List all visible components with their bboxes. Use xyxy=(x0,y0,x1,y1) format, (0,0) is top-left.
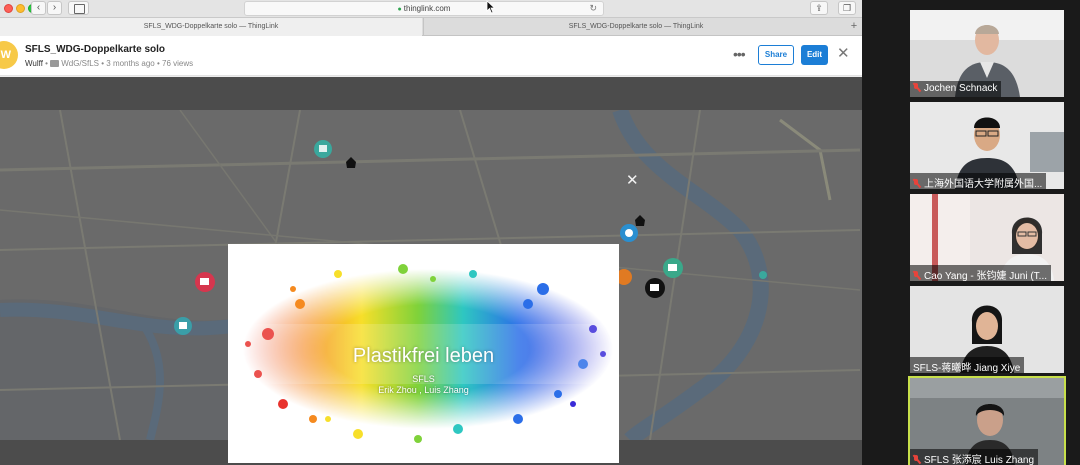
view-count: 76 views xyxy=(162,59,194,68)
tab-thinglink-1[interactable]: SFLS_WDG-Doppelkarte solo — ThingLink xyxy=(0,18,422,36)
participant-tile[interactable]: Jochen Schnack xyxy=(910,10,1064,97)
created-age: 3 months ago xyxy=(106,59,155,68)
thinglink-header: W SFLS_WDG-Doppelkarte solo Wulff • WdG/… xyxy=(0,36,862,76)
map-marker-image-east[interactable] xyxy=(759,271,767,279)
close-icon[interactable]: ✕ xyxy=(837,46,850,62)
sidebar-toggle-icon[interactable] xyxy=(68,1,89,15)
edit-button[interactable]: Edit xyxy=(801,45,828,65)
map-marker-video-green[interactable] xyxy=(663,258,683,278)
map-marker-video-black[interactable] xyxy=(645,278,665,298)
participant-tile[interactable]: 上海外国语大学附属外国... xyxy=(910,102,1064,189)
thinglink-canvas: Plastikfrei leben SFLS Erik Zhou , Luis … xyxy=(0,77,862,465)
url-text: thinglink.com xyxy=(403,4,451,13)
avatar[interactable]: W xyxy=(0,41,18,69)
tag-title: Plastikfrei leben xyxy=(352,345,495,367)
tab-thinglink-2[interactable]: SFLS_WDG-Doppelkarte solo — ThingLink xyxy=(423,18,848,36)
participant-tile[interactable]: SFLS-蒋曦晔 Jiang Xiye xyxy=(910,286,1064,373)
close-icon[interactable]: ✕ xyxy=(626,173,639,189)
back-button[interactable]: ‹ xyxy=(31,1,46,15)
tag-subtitle-authors: Erik Zhou , Luis Zhang xyxy=(378,385,469,395)
minimize-window-button[interactable] xyxy=(16,4,25,13)
chevron-left-icon: ‹ xyxy=(36,2,41,13)
address-bar[interactable]: ● thinglink.com ↻ xyxy=(244,1,604,16)
map-marker-audio[interactable] xyxy=(620,224,638,242)
participant-name: SFLS-蒋曦晔 Jiang Xiye xyxy=(913,363,1021,373)
participant-name: Jochen Schnack xyxy=(924,83,998,94)
tab-bar: SFLS_WDG-Doppelkarte solo — ThingLink SF… xyxy=(0,18,862,36)
tabs-icon: ❐ xyxy=(842,3,852,13)
browser-window: ‹ › ● thinglink.com ↻ ⇪ ❐ SFLS_WDG-Doppel… xyxy=(0,0,862,465)
map-marker-image[interactable] xyxy=(314,140,332,158)
chevron-right-icon: › xyxy=(52,2,57,13)
folder-link[interactable]: WdG/SfLS xyxy=(61,59,99,68)
close-window-button[interactable] xyxy=(4,4,13,13)
document-meta: Wulff • WdG/SfLS • 3 months ago • 76 vie… xyxy=(25,59,194,68)
new-tab-plus-icon[interactable]: + xyxy=(848,18,860,36)
mic-muted-icon xyxy=(913,271,920,280)
lock-icon: ● xyxy=(397,6,402,13)
participants-panel: Jochen Schnack 上海外国语大学附属外国... Cao Yang -… xyxy=(862,0,1080,465)
participant-tile[interactable]: Cao Yang - 张钧婕 Juni (T... xyxy=(910,194,1064,281)
screen: ‹ › ● thinglink.com ↻ ⇪ ❐ SFLS_WDG-Doppel… xyxy=(0,0,1080,465)
browser-titlebar: ‹ › ● thinglink.com ↻ ⇪ ❐ xyxy=(0,0,862,18)
mic-muted-icon xyxy=(913,83,920,92)
owner-link[interactable]: Wulff xyxy=(25,59,43,68)
forward-button[interactable]: › xyxy=(47,1,62,15)
participant-name: 上海外国语大学附属外国... xyxy=(924,179,1043,189)
tab-overview-button[interactable]: ❐ xyxy=(838,1,856,15)
reload-icon[interactable]: ↻ xyxy=(589,2,597,15)
tag-subtitle-school: SFLS xyxy=(412,374,435,384)
share-button[interactable]: Share xyxy=(758,45,794,65)
map-marker-video-red[interactable] xyxy=(195,272,215,292)
mic-muted-icon xyxy=(913,179,920,188)
participant-name: SFLS 张添宸 Luis Zhang xyxy=(924,455,1035,465)
participant-tile-active-speaker[interactable]: SFLS 张添宸 Luis Zhang xyxy=(908,376,1066,465)
more-horizontal-icon[interactable]: ••• xyxy=(733,46,746,62)
mic-muted-icon xyxy=(913,455,920,464)
participant-name: Cao Yang - 张钧婕 Juni (T... xyxy=(924,271,1048,281)
share-icon: ⇪ xyxy=(815,3,823,13)
page-title: SFLS_WDG-Doppelkarte solo xyxy=(25,44,166,55)
mouse-cursor-icon xyxy=(486,0,496,14)
tag-popup-card: Plastikfrei leben SFLS Erik Zhou , Luis … xyxy=(228,244,619,463)
share-sheet-button[interactable]: ⇪ xyxy=(810,1,828,15)
folder-icon xyxy=(50,60,60,67)
map-marker-video-teal[interactable] xyxy=(174,317,192,335)
